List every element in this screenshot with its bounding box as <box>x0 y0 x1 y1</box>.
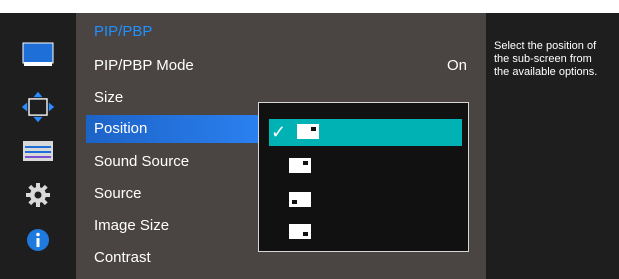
position-option-bottom-right[interactable] <box>269 219 462 246</box>
menu-item-sound-source[interactable]: Sound Source <box>86 148 259 176</box>
position-bottom-left-icon <box>289 192 311 207</box>
menu-item-label: Source <box>94 185 142 202</box>
menu-item-label: PIP/PBP Mode <box>94 57 194 74</box>
position-top-right-icon <box>297 124 319 139</box>
gear-icon[interactable] <box>20 179 56 211</box>
menu-item-pip-pbp-mode[interactable]: PIP/PBP Mode <box>86 52 259 80</box>
pip-pbp-mode-value: On <box>446 57 467 74</box>
monitor-icon[interactable] <box>20 40 56 72</box>
menu-item-label: Sound Source <box>94 153 190 170</box>
position-option-top-right-selected[interactable]: ✓ <box>269 119 462 146</box>
menu-item-label: Contrast <box>94 249 151 266</box>
position-bottom-right-icon <box>289 224 311 239</box>
position-top-right-icon <box>289 158 311 173</box>
help-panel: Select the position of the sub-screen fr… <box>486 13 619 279</box>
position-option-bottom-left[interactable] <box>269 187 462 214</box>
menu-item-label: Size <box>94 89 124 106</box>
position-arrows-icon[interactable] <box>20 91 56 123</box>
info-icon[interactable] <box>20 224 56 256</box>
menu-item-size[interactable]: Size <box>86 84 259 112</box>
help-text: Select the position of the sub-screen fr… <box>494 40 598 78</box>
menu-item-source[interactable]: Source <box>86 180 259 208</box>
menu-item-label: Image Size <box>94 217 170 234</box>
settings-sliders-icon[interactable] <box>20 135 56 167</box>
menu-header: PIP/PBP <box>94 23 153 40</box>
checkmark-icon: ✓ <box>271 122 287 142</box>
menu-item-contrast[interactable]: Contrast <box>86 244 259 272</box>
position-options-dropdown: ✓ <box>258 102 469 252</box>
sidebar-icon-rail <box>0 13 76 279</box>
menu-item-label: Position <box>94 120 148 137</box>
position-option-top-right[interactable] <box>269 153 462 180</box>
menu-item-position[interactable]: Position <box>86 115 259 143</box>
menu-item-image-size[interactable]: Image Size <box>86 212 259 240</box>
